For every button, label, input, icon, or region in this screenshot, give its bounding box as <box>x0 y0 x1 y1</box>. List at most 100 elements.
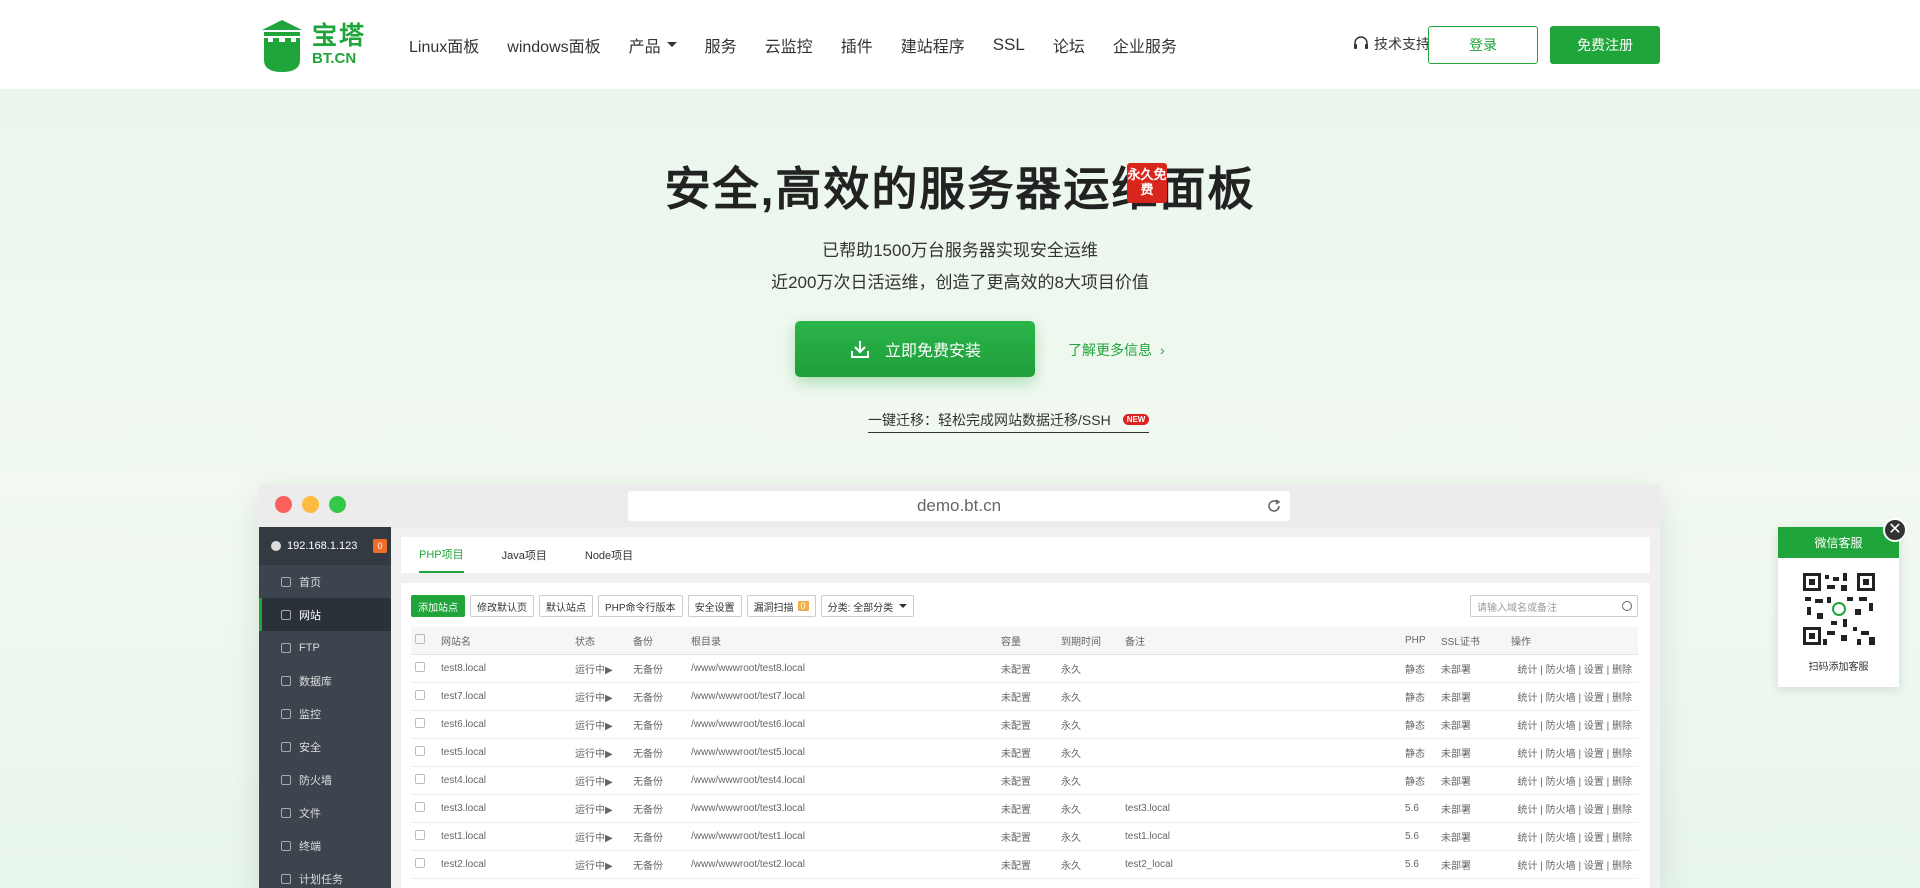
row-select-cell[interactable] <box>411 794 437 823</box>
sidebar-item-database[interactable]: 数据库 <box>259 664 391 697</box>
row-select-cell[interactable] <box>411 850 437 879</box>
row-select-cell[interactable] <box>411 710 437 739</box>
sidebar-item-home[interactable]: 首页 <box>259 565 391 598</box>
site-status[interactable]: 运行中▶ <box>571 822 629 851</box>
learn-more-link[interactable]: 了解更多信息 › <box>1068 340 1165 360</box>
row-checkbox[interactable] <box>415 717 425 728</box>
site-name[interactable]: test1.local <box>437 822 571 851</box>
site-ssl[interactable]: 未部署 <box>1437 654 1507 683</box>
site-ssl[interactable]: 未部署 <box>1437 822 1507 851</box>
sidebar-item-terminal[interactable]: 终端 <box>259 829 391 862</box>
site-status[interactable]: 运行中▶ <box>571 654 629 683</box>
site-backup[interactable]: 无备份 <box>629 682 687 711</box>
row-select-cell[interactable] <box>411 654 437 683</box>
server-ip[interactable]: 192.168.1.123 0 <box>259 527 391 565</box>
select-all-checkbox[interactable] <box>415 633 425 644</box>
row-select-cell[interactable] <box>411 766 437 795</box>
tab-java[interactable]: Java项目 <box>502 537 547 573</box>
site-backup[interactable]: 无备份 <box>629 822 687 851</box>
site-actions[interactable]: 统计 | 防火墙 | 设置 | 删除 <box>1507 738 1638 767</box>
row-checkbox[interactable] <box>415 745 425 756</box>
site-name[interactable]: test6.local <box>437 710 571 739</box>
sidebar-item-cron[interactable]: 计划任务 <box>259 862 391 888</box>
site-search-input[interactable]: 请输入域名或备注 <box>1470 595 1638 617</box>
login-button[interactable]: 登录 <box>1428 26 1538 64</box>
site-ssl[interactable]: 未部署 <box>1437 850 1507 879</box>
nav-linux-panel[interactable]: Linux面板 <box>409 33 479 57</box>
install-button[interactable]: 立即免费安装 <box>795 321 1035 377</box>
site-backup[interactable]: 无备份 <box>629 794 687 823</box>
reload-icon[interactable] <box>1266 498 1282 514</box>
site-root-path[interactable]: /www/wwwroot/test7.local <box>687 682 997 711</box>
site-actions[interactable]: 统计 | 防火墙 | 设置 | 删除 <box>1507 850 1638 879</box>
site-status[interactable]: 运行中▶ <box>571 710 629 739</box>
default-page-button[interactable]: 修改默认页 <box>470 595 534 617</box>
vuln-scan-button[interactable]: 漏洞扫描 0 <box>746 595 816 617</box>
site-root-path[interactable]: /www/wwwroot/test5.local <box>687 738 997 767</box>
col-status[interactable]: 状态 <box>571 627 629 655</box>
site-actions[interactable]: 统计 | 防火墙 | 设置 | 删除 <box>1507 766 1638 795</box>
category-select[interactable]: 分类: 全部分类 <box>820 595 915 617</box>
nav-windows-panel[interactable]: windows面板 <box>507 33 600 57</box>
site-root-path[interactable]: /www/wwwroot/test3.local <box>687 794 997 823</box>
row-checkbox[interactable] <box>415 661 425 672</box>
sidebar-item-ftp[interactable]: FTP <box>259 631 391 664</box>
register-button[interactable]: 免费注册 <box>1550 26 1660 64</box>
site-status[interactable]: 运行中▶ <box>571 794 629 823</box>
nav-forum[interactable]: 论坛 <box>1053 33 1085 57</box>
site-actions[interactable]: 统计 | 防火墙 | 设置 | 删除 <box>1507 654 1638 683</box>
site-status[interactable]: 运行中▶ <box>571 766 629 795</box>
row-select-cell[interactable] <box>411 738 437 767</box>
site-name[interactable]: test5.local <box>437 738 571 767</box>
site-backup[interactable]: 无备份 <box>629 710 687 739</box>
row-checkbox[interactable] <box>415 773 425 784</box>
col-expire[interactable]: 到期时间 <box>1057 627 1121 655</box>
row-checkbox[interactable] <box>415 857 425 868</box>
select-all-cell[interactable] <box>411 627 437 655</box>
nav-enterprise[interactable]: 企业服务 <box>1113 33 1177 57</box>
row-select-cell[interactable] <box>411 822 437 851</box>
tab-php[interactable]: PHP项目 <box>419 537 464 573</box>
site-name[interactable]: test8.local <box>437 654 571 683</box>
brand-logo[interactable]: 宝塔 BT.CN <box>258 16 368 74</box>
site-root-path[interactable]: /www/wwwroot/test6.local <box>687 710 997 739</box>
sidebar-item-firewall[interactable]: 防火墙 <box>259 763 391 796</box>
add-site-button[interactable]: 添加站点 <box>411 595 465 617</box>
migration-link[interactable]: 一键迁移：轻松完成网站数据迁移/SSH NEW <box>868 407 1150 433</box>
site-name[interactable]: test7.local <box>437 682 571 711</box>
site-ssl[interactable]: 未部署 <box>1437 710 1507 739</box>
site-name[interactable]: test3.local <box>437 794 571 823</box>
close-icon[interactable]: ✕ <box>1883 518 1907 542</box>
site-status[interactable]: 运行中▶ <box>571 682 629 711</box>
sidebar-item-security[interactable]: 安全 <box>259 730 391 763</box>
site-backup[interactable]: 无备份 <box>629 654 687 683</box>
row-checkbox[interactable] <box>415 801 425 812</box>
sidebar-item-monitor[interactable]: 监控 <box>259 697 391 730</box>
site-backup[interactable]: 无备份 <box>629 850 687 879</box>
sidebar-item-website[interactable]: 网站 <box>259 598 391 631</box>
php-cli-button[interactable]: PHP命令行版本 <box>598 595 683 617</box>
sidebar-item-files[interactable]: 文件 <box>259 796 391 829</box>
nav-products-dropdown[interactable]: 产品 <box>629 33 677 57</box>
site-name[interactable]: test2.local <box>437 850 571 879</box>
col-name[interactable]: 网站名 <box>437 627 571 655</box>
nav-plugins[interactable]: 插件 <box>841 33 873 57</box>
nav-ssl[interactable]: SSL <box>993 35 1025 55</box>
site-status[interactable]: 运行中▶ <box>571 738 629 767</box>
site-actions[interactable]: 统计 | 防火墙 | 设置 | 删除 <box>1507 682 1638 711</box>
site-ssl[interactable]: 未部署 <box>1437 766 1507 795</box>
site-actions[interactable]: 统计 | 防火墙 | 设置 | 删除 <box>1507 794 1638 823</box>
row-select-cell[interactable] <box>411 682 437 711</box>
site-ssl[interactable]: 未部署 <box>1437 682 1507 711</box>
support-link[interactable]: 技术支持 <box>1352 34 1430 54</box>
security-settings-button[interactable]: 安全设置 <box>687 595 742 617</box>
row-checkbox[interactable] <box>415 829 425 840</box>
site-name[interactable]: test4.local <box>437 766 571 795</box>
tab-node[interactable]: Node项目 <box>585 537 633 573</box>
row-checkbox[interactable] <box>415 689 425 700</box>
nav-services[interactable]: 服务 <box>705 33 737 57</box>
nav-cloud-monitor[interactable]: 云监控 <box>765 33 813 57</box>
site-status[interactable]: 运行中▶ <box>571 850 629 879</box>
site-ssl[interactable]: 未部署 <box>1437 738 1507 767</box>
site-actions[interactable]: 统计 | 防火墙 | 设置 | 删除 <box>1507 822 1638 851</box>
